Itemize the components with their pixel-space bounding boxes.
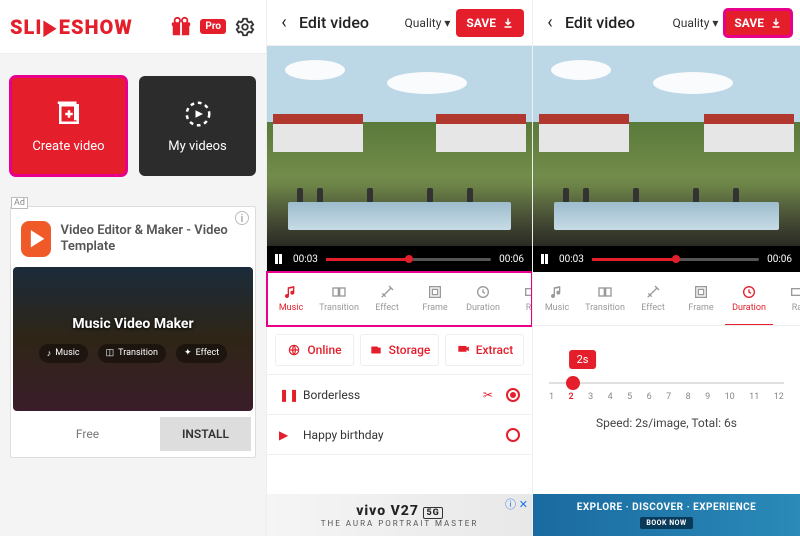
tab-duration[interactable]: Duration: [725, 272, 773, 326]
editor-header: ‹ Edit video Quality▾ SAVE: [533, 0, 800, 46]
tab-music[interactable]: Music: [533, 272, 581, 325]
editor-tabs: Music Transition Effect Frame Duration R…: [267, 272, 532, 326]
duration-summary: Speed: 2s/image, Total: 6s: [549, 416, 784, 430]
create-video-tile[interactable]: Create video: [10, 76, 127, 176]
tab-effect[interactable]: Effect: [629, 272, 677, 325]
playback-bar: 00:03 00:06: [533, 246, 800, 272]
ad-price: Free: [15, 427, 160, 441]
create-video-label: Create video: [32, 139, 104, 154]
ad-banner-title: Music Video Maker: [39, 316, 227, 332]
duration-slider[interactable]: [549, 382, 784, 384]
quality-dropdown[interactable]: Quality▾: [673, 16, 719, 30]
select-radio[interactable]: [506, 388, 520, 402]
ad-install-button[interactable]: INSTALL: [160, 417, 251, 451]
tab-frame[interactable]: Frame: [677, 272, 725, 325]
save-button[interactable]: SAVE: [456, 9, 524, 37]
ad-tag: Ad: [11, 197, 28, 209]
source-storage[interactable]: Storage: [360, 334, 439, 366]
duration-panel: 2s 1 2 3 4 5 6 7 8 9 10 11 12 Speed: 2s/…: [533, 326, 800, 438]
app-logo: SLI▶ESHOW: [10, 15, 162, 39]
video-preview[interactable]: [533, 46, 800, 246]
tab-transition[interactable]: Transition: [315, 272, 363, 325]
editor-header: ‹ Edit video Quality▾ SAVE: [267, 0, 532, 46]
pause-icon[interactable]: [275, 254, 285, 264]
my-videos-label: My videos: [168, 139, 227, 154]
pause-icon[interactable]: ❚❚: [279, 388, 293, 402]
tab-ratio[interactable]: Ra: [507, 272, 532, 325]
pro-badge[interactable]: Pro: [200, 19, 226, 34]
time-current: 00:03: [559, 254, 584, 265]
ad-app-title: Video Editor & Maker - Video Template: [61, 223, 245, 254]
back-icon[interactable]: ‹: [541, 12, 559, 33]
tab-transition[interactable]: Transition: [581, 272, 629, 325]
editor-pane-duration: ‹ Edit video Quality▾ SAVE 00:03: [532, 0, 800, 536]
editor-title: Edit video: [299, 13, 399, 32]
trim-icon[interactable]: ✂: [480, 388, 496, 402]
music-list: ❚❚ Borderless ✂ ▶ Happy birthday: [267, 375, 532, 455]
my-videos-tile[interactable]: My videos: [139, 76, 256, 176]
video-preview[interactable]: [267, 46, 532, 246]
editor-tabs: Music Transition Effect Frame Duration R…: [533, 272, 800, 326]
ad-headline: EXPLORE · DISCOVER · EXPERIENCE: [577, 502, 757, 513]
quality-dropdown[interactable]: Quality▾: [405, 16, 451, 30]
back-icon[interactable]: ‹: [275, 12, 293, 33]
seek-slider[interactable]: [592, 258, 759, 261]
duration-ticks: 1 2 3 4 5 6 7 8 9 10 11 12: [549, 392, 784, 402]
gift-icon[interactable]: [170, 16, 192, 38]
time-total: 00:06: [767, 254, 792, 265]
editor-pane-music: ‹ Edit video Quality▾ SAVE 00:03: [266, 0, 532, 536]
tab-effect[interactable]: Effect: [363, 272, 411, 325]
save-button[interactable]: SAVE: [724, 9, 792, 37]
time-current: 00:03: [293, 254, 318, 265]
adchoices-icon[interactable]: ⓘ ✕: [505, 496, 528, 512]
music-name: Borderless: [303, 388, 470, 402]
ad-chip-music: ♪ Music: [39, 344, 88, 363]
source-extract[interactable]: Extract: [445, 334, 524, 366]
tab-frame[interactable]: Frame: [411, 272, 459, 325]
ad-cta-button[interactable]: BOOK NOW: [640, 517, 692, 529]
banner-ad-travel[interactable]: EXPLORE · DISCOVER · EXPERIENCE BOOK NOW: [533, 494, 800, 536]
seek-slider[interactable]: [326, 258, 491, 261]
tab-ratio[interactable]: Ra: [773, 272, 800, 325]
ad-banner: Music Video Maker ♪ Music ◫ Transition ✦…: [13, 267, 253, 411]
ad-info-icon[interactable]: i: [235, 211, 249, 225]
playback-bar: 00:03 00:06: [267, 246, 532, 272]
home-tiles: Create video My videos: [0, 54, 266, 198]
editor-title: Edit video: [565, 13, 667, 32]
banner-ad-vivo[interactable]: ⓘ ✕ vivo V27 5G THE AURA PORTRAIT MASTER: [267, 494, 532, 536]
source-online[interactable]: Online: [275, 334, 354, 366]
music-row[interactable]: ▶ Happy birthday: [267, 415, 532, 455]
music-row[interactable]: ❚❚ Borderless ✂: [267, 375, 532, 415]
settings-icon[interactable]: [234, 16, 256, 38]
ad-chip-effect: ✦ Effect: [176, 344, 227, 363]
tab-duration[interactable]: Duration: [459, 272, 507, 325]
select-radio[interactable]: [506, 428, 520, 442]
pause-icon[interactable]: [541, 254, 551, 264]
ad-subtitle: THE AURA PORTRAIT MASTER: [321, 519, 479, 528]
home-header: SLI▶ESHOW Pro: [0, 0, 266, 54]
ad-app-icon: [21, 221, 51, 257]
ad-chip-transition: ◫ Transition: [98, 344, 166, 363]
time-total: 00:06: [499, 254, 524, 265]
duration-bubble: 2s: [569, 350, 597, 369]
home-pane: SLI▶ESHOW Pro Create video My videos Ad …: [0, 0, 266, 536]
play-icon[interactable]: ▶: [279, 428, 293, 442]
tab-music[interactable]: Music: [267, 272, 315, 325]
music-name: Happy birthday: [303, 428, 496, 442]
music-source-row: Online Storage Extract: [267, 326, 532, 375]
native-ad-card[interactable]: Ad i Video Editor & Maker - Video Templa…: [10, 206, 256, 458]
